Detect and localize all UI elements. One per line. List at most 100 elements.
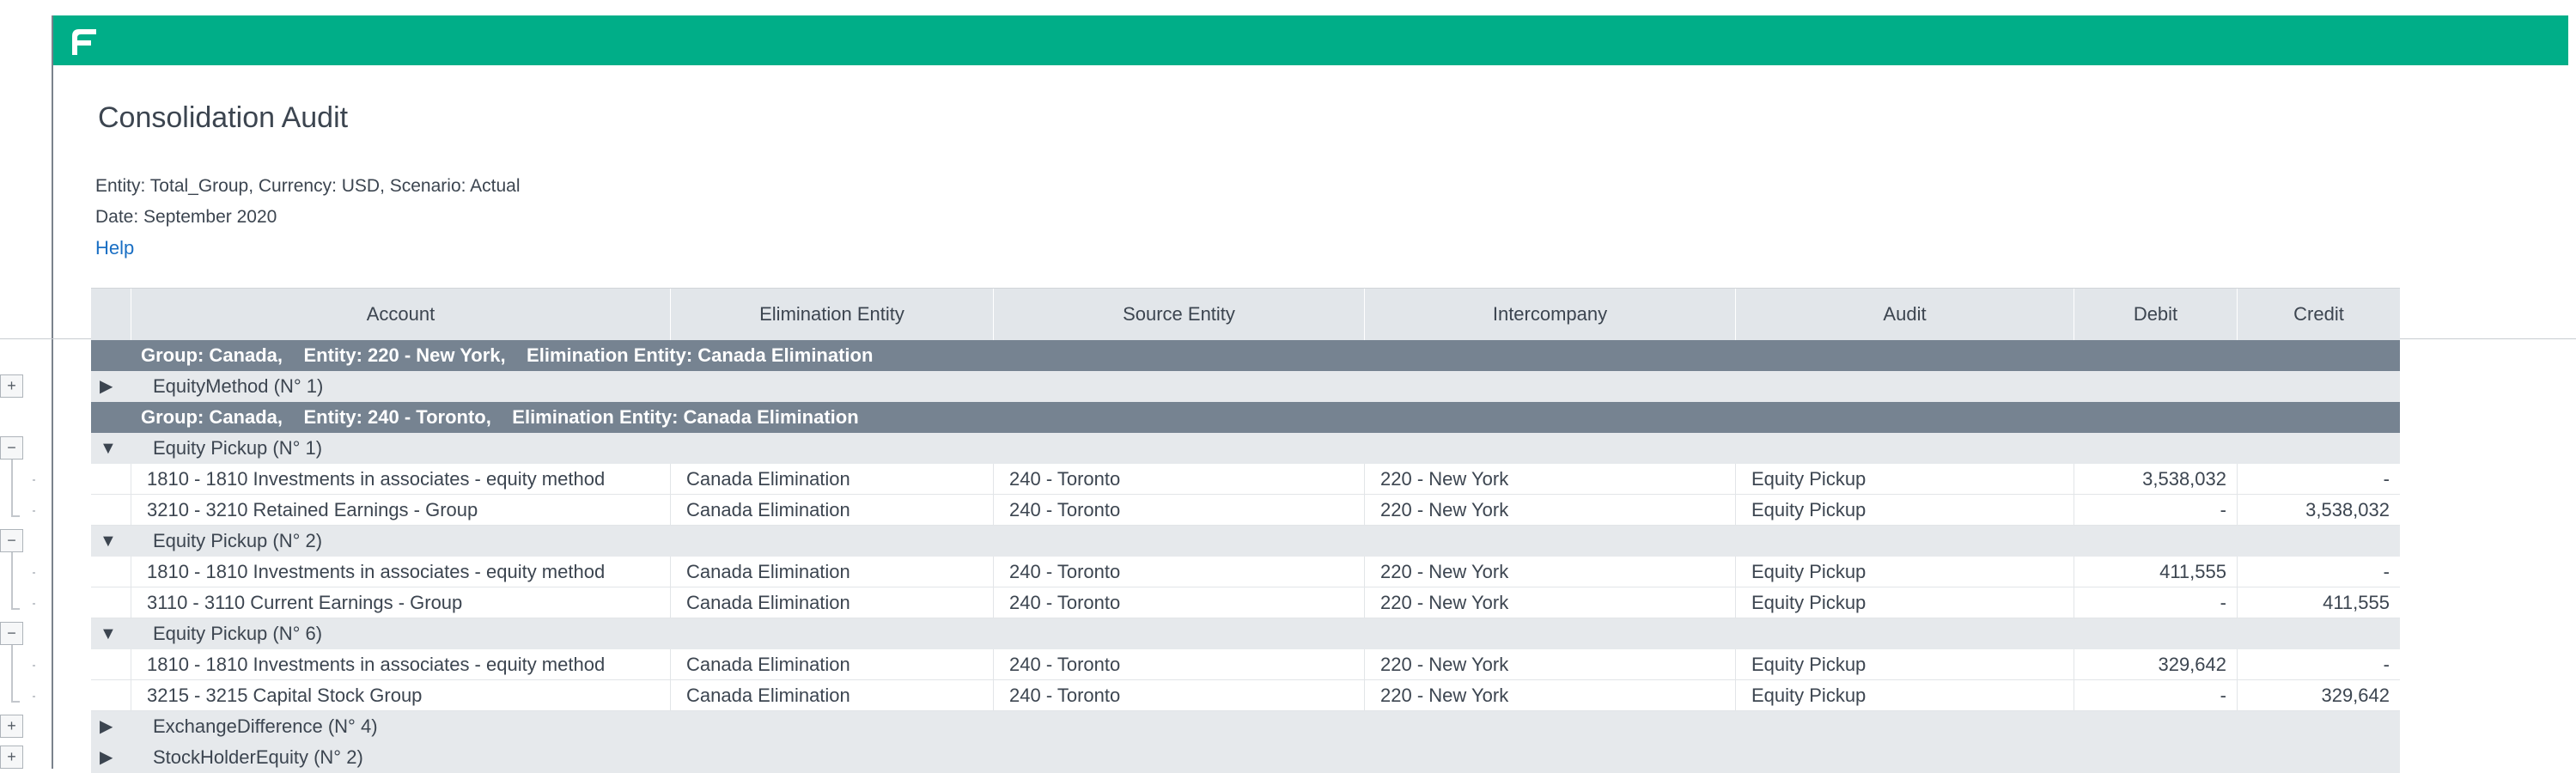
cell-intercompany: 220 - New York — [1364, 680, 1735, 711]
outline-bracket-end — [11, 515, 20, 517]
collapse-outline-button[interactable]: − — [0, 622, 23, 645]
cell-intercompany: 220 - New York — [1364, 649, 1735, 680]
header-debit[interactable]: Debit — [2074, 289, 2237, 340]
group-header-label: Group: Canada, Entity: 240 - Toronto, El… — [141, 406, 859, 428]
caret-down-icon[interactable]: ▼ — [100, 618, 117, 649]
outline-bracket-end — [11, 608, 20, 610]
header-elimination-entity[interactable]: Elimination Entity — [670, 289, 993, 340]
cell-debit: 411,555 — [2074, 557, 2237, 587]
cell-source-entity: 240 - Toronto — [993, 495, 1364, 526]
caret-right-icon[interactable]: ▶ — [100, 371, 113, 402]
cell-elimination-entity: Canada Elimination — [670, 495, 993, 526]
collapse-outline-button[interactable]: − — [0, 529, 23, 552]
table-header: Account Elimination Entity Source Entity… — [91, 288, 2400, 340]
cell-account: 3210 - 3210 Retained Earnings - Group — [131, 495, 670, 526]
cell-audit: Equity Pickup — [1735, 464, 2074, 495]
row-spacer — [91, 464, 131, 495]
section-row-equity-pickup-1[interactable]: ▼ Equity Pickup (N° 1) — [91, 433, 2400, 464]
help-link[interactable]: Help — [95, 237, 134, 259]
cell-account: 3110 - 3110 Current Earnings - Group — [131, 587, 670, 618]
brand-logo-icon[interactable] — [67, 24, 101, 58]
section-label: Equity Pickup (N° 1) — [153, 437, 323, 459]
cell-source-entity: 240 - Toronto — [993, 557, 1364, 587]
top-bar — [53, 15, 2568, 65]
cell-intercompany: 220 - New York — [1364, 557, 1735, 587]
caret-right-icon[interactable]: ▶ — [100, 711, 113, 742]
outline-level-dot — [33, 603, 35, 605]
outline-bracket — [11, 552, 13, 609]
outline-level-dot — [33, 696, 35, 697]
outline-bracket — [11, 460, 13, 516]
header-account[interactable]: Account — [131, 289, 670, 340]
cell-intercompany: 220 - New York — [1364, 464, 1735, 495]
header-audit[interactable]: Audit — [1735, 289, 2074, 340]
cell-credit: - — [2237, 464, 2400, 495]
table-row: 3215 - 3215 Capital Stock Group Canada E… — [91, 680, 2400, 711]
header-expander-column — [91, 289, 131, 340]
expand-outline-button[interactable]: + — [0, 746, 23, 769]
cell-audit: Equity Pickup — [1735, 680, 2074, 711]
section-label: Equity Pickup (N° 6) — [153, 623, 323, 644]
header-intercompany[interactable]: Intercompany — [1364, 289, 1735, 340]
caret-down-icon[interactable]: ▼ — [100, 526, 117, 557]
cell-elimination-entity: Canada Elimination — [670, 557, 993, 587]
expand-outline-button[interactable]: + — [0, 715, 23, 738]
row-spacer — [91, 587, 131, 618]
outline-level-dot — [33, 665, 35, 666]
row-spacer — [91, 495, 131, 526]
cell-credit: - — [2237, 649, 2400, 680]
cell-source-entity: 240 - Toronto — [993, 587, 1364, 618]
cell-credit: 411,555 — [2237, 587, 2400, 618]
cell-source-entity: 240 - Toronto — [993, 680, 1364, 711]
cell-source-entity: 240 - Toronto — [993, 464, 1364, 495]
report-date-line: Date: September 2020 — [95, 207, 277, 227]
cell-elimination-entity: Canada Elimination — [670, 649, 993, 680]
left-border — [52, 15, 53, 769]
header-credit[interactable]: Credit — [2237, 289, 2400, 340]
cell-debit: - — [2074, 680, 2237, 711]
cell-elimination-entity: Canada Elimination — [670, 464, 993, 495]
outline-bracket-end — [11, 701, 20, 703]
page-title: Consolidation Audit — [98, 101, 349, 134]
expand-outline-button[interactable]: + — [0, 374, 23, 398]
cell-account: 1810 - 1810 Investments in associates - … — [131, 464, 670, 495]
cell-intercompany: 220 - New York — [1364, 495, 1735, 526]
row-spacer — [91, 649, 131, 680]
cell-account: 1810 - 1810 Investments in associates - … — [131, 557, 670, 587]
section-row-equity-pickup-6[interactable]: ▼ Equity Pickup (N° 6) — [91, 618, 2400, 649]
cell-debit: 329,642 — [2074, 649, 2237, 680]
cell-debit: - — [2074, 587, 2237, 618]
cell-elimination-entity: Canada Elimination — [670, 587, 993, 618]
cell-audit: Equity Pickup — [1735, 495, 2074, 526]
section-label: EquityMethod (N° 1) — [153, 375, 324, 397]
section-row-equity-pickup-2[interactable]: ▼ Equity Pickup (N° 2) — [91, 526, 2400, 557]
header-source-entity[interactable]: Source Entity — [993, 289, 1364, 340]
cell-elimination-entity: Canada Elimination — [670, 680, 993, 711]
cell-debit: - — [2074, 495, 2237, 526]
outline-level-dot — [33, 479, 35, 481]
cell-audit: Equity Pickup — [1735, 649, 2074, 680]
collapse-outline-button[interactable]: − — [0, 436, 23, 460]
cell-debit: 3,538,032 — [2074, 464, 2237, 495]
table-row: 1810 - 1810 Investments in associates - … — [91, 557, 2400, 587]
report-context-line: Entity: Total_Group, Currency: USD, Scen… — [95, 176, 521, 196]
cell-source-entity: 240 - Toronto — [993, 649, 1364, 680]
cell-credit: 329,642 — [2237, 680, 2400, 711]
outline-level-dot — [33, 510, 35, 512]
section-row-exchangedifference[interactable]: ▶ ExchangeDifference (N° 4) — [91, 711, 2400, 742]
table-row: 1810 - 1810 Investments in associates - … — [91, 464, 2400, 495]
section-row-equitymethod[interactable]: ▶ EquityMethod (N° 1) — [91, 371, 2400, 402]
cell-credit: - — [2237, 557, 2400, 587]
caret-down-icon[interactable]: ▼ — [100, 433, 117, 464]
row-spacer — [91, 680, 131, 711]
table-row: 1810 - 1810 Investments in associates - … — [91, 649, 2400, 680]
group-header-row: Group: Canada, Entity: 240 - Toronto, El… — [91, 402, 2400, 433]
group-header-label: Group: Canada, Entity: 220 - New York, E… — [141, 344, 874, 366]
cell-audit: Equity Pickup — [1735, 557, 2074, 587]
cell-intercompany: 220 - New York — [1364, 587, 1735, 618]
section-label: ExchangeDifference (N° 4) — [153, 715, 378, 737]
outline-level-dot — [33, 572, 35, 574]
cell-credit: 3,538,032 — [2237, 495, 2400, 526]
table-row: 3210 - 3210 Retained Earnings - Group Ca… — [91, 495, 2400, 526]
cell-account: 1810 - 1810 Investments in associates - … — [131, 649, 670, 680]
